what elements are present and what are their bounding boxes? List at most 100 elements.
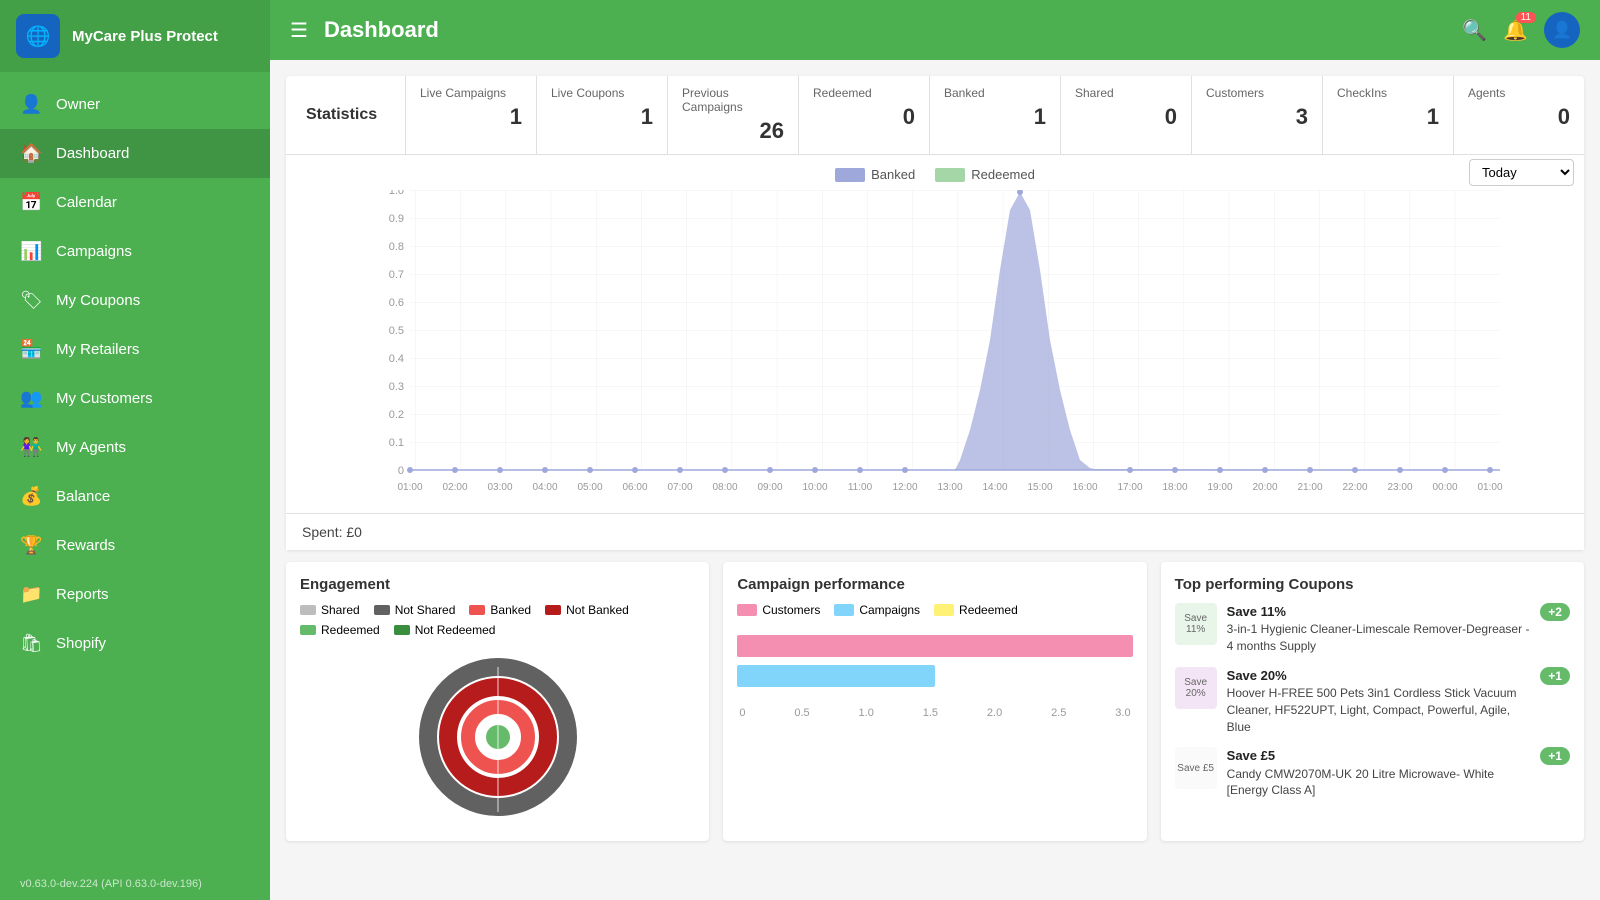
svg-text:05:00: 05:00 — [577, 482, 602, 493]
sidebar-item-rewards[interactable]: 🏆 Rewards — [0, 521, 270, 570]
svg-text:07:00: 07:00 — [667, 482, 692, 493]
svg-text:03:00: 03:00 — [487, 482, 512, 493]
chart-legend-banked: Banked — [835, 167, 915, 182]
svg-text:0.7: 0.7 — [389, 269, 404, 281]
svg-text:0.4: 0.4 — [389, 353, 404, 365]
my-retailers-icon: 🏪 — [20, 339, 42, 360]
stat-agents: Agents 0 — [1454, 76, 1584, 154]
svg-text:02:00: 02:00 — [442, 482, 467, 493]
svg-text:22:00: 22:00 — [1342, 482, 1367, 493]
chart-area: 1.0 0.9 0.8 0.7 0.6 0.5 0.4 0.3 0.2 0.1 … — [286, 190, 1584, 505]
coupon-item: Save 20% Save 20% Hoover H-FREE 500 Pets… — [1175, 667, 1570, 736]
svg-text:06:00: 06:00 — [622, 482, 647, 493]
search-icon[interactable]: 🔍 — [1462, 18, 1487, 43]
svg-text:04:00: 04:00 — [532, 482, 557, 493]
sidebar-item-label: My Retailers — [56, 341, 139, 358]
stats-row: Statistics Live Campaigns 1Live Coupons … — [286, 76, 1584, 155]
stats-items: Live Campaigns 1Live Coupons 1Previous C… — [406, 76, 1584, 154]
chart-timeframe-dropdown[interactable]: Today Yesterday Last 7 days — [1469, 159, 1574, 186]
coupon-badge: +2 — [1540, 603, 1570, 621]
svg-text:13:00: 13:00 — [937, 482, 962, 493]
customers-bar-row — [737, 635, 1132, 657]
owner-icon: 👤 — [20, 94, 42, 115]
sidebar-item-owner[interactable]: 👤 Owner — [0, 80, 270, 129]
sidebar-item-label: Dashboard — [56, 145, 129, 162]
stat-live-coupons: Live Coupons 1 — [537, 76, 668, 154]
coupon-info: Save 11% 3-in-1 Hygienic Cleaner-Limesca… — [1227, 603, 1531, 655]
engagement-title: Engagement — [300, 576, 695, 593]
topbar: ☰ Dashboard 🔍 🔔 11 👤 — [270, 0, 1600, 60]
main-content: ☰ Dashboard 🔍 🔔 11 👤 Statistics Live Cam… — [270, 0, 1600, 900]
svg-text:0.2: 0.2 — [389, 409, 404, 421]
balance-icon: 💰 — [20, 486, 42, 507]
sidebar-item-label: My Customers — [56, 390, 153, 407]
sidebar-item-label: Reports — [56, 586, 109, 603]
avatar[interactable]: 👤 — [1544, 12, 1580, 48]
coupon-thumb: Save 20% — [1175, 667, 1217, 709]
sidebar-item-my-coupons[interactable]: 🏷 My Coupons — [0, 276, 270, 325]
sidebar-nav: 👤 Owner🏠 Dashboard📅 Calendar📊 Campaigns🏷… — [0, 72, 270, 868]
sidebar-item-label: Shopify — [56, 635, 106, 652]
engagement-legend-not-redeemed: Not Redeemed — [394, 623, 496, 637]
stat-previous-campaigns: Previous Campaigns 26 — [668, 76, 799, 154]
menu-icon[interactable]: ☰ — [290, 18, 308, 43]
sidebar-item-label: My Agents — [56, 439, 126, 456]
top-coupons-panel: Top performing Coupons Save 11% Save 11%… — [1161, 562, 1584, 841]
svg-text:0.8: 0.8 — [389, 241, 404, 253]
svg-text:0.6: 0.6 — [389, 297, 404, 309]
coupon-item: Save £5 Save £5 Candy CMW2070M-UK 20 Lit… — [1175, 747, 1570, 799]
statistics-panel: Statistics Live Campaigns 1Live Coupons … — [286, 76, 1584, 550]
sidebar-item-calendar[interactable]: 📅 Calendar — [0, 178, 270, 227]
rewards-icon: 🏆 — [20, 535, 42, 556]
campaign-legend: Customers Campaigns Redeemed — [737, 603, 1132, 617]
coupon-thumb: Save £5 — [1175, 747, 1217, 789]
campaigns-icon: 📊 — [20, 241, 42, 262]
coupon-info: Save £5 Candy CMW2070M-UK 20 Litre Micro… — [1227, 747, 1531, 799]
stat-live-campaigns: Live Campaigns 1 — [406, 76, 537, 154]
campaign-axis: 0 0.5 1.0 1.5 2.0 2.5 3.0 — [737, 707, 1132, 719]
sidebar-item-my-retailers[interactable]: 🏪 My Retailers — [0, 325, 270, 374]
statistics-label: Statistics — [286, 76, 406, 154]
spent-label: Spent: £0 — [286, 513, 1584, 550]
svg-text:0: 0 — [398, 465, 404, 477]
donut-svg — [418, 657, 578, 817]
camp-legend-customers: Customers — [737, 603, 820, 617]
app-name: MyCare Plus Protect — [72, 28, 218, 45]
content-area: Statistics Live Campaigns 1Live Coupons … — [270, 60, 1600, 900]
camp-legend-redeemed: Redeemed — [934, 603, 1018, 617]
sidebar-item-my-agents[interactable]: 👫 My Agents — [0, 423, 270, 472]
chart-legend-redeemed: Redeemed — [935, 167, 1035, 182]
engagement-legend: Shared Not Shared Banked Not Banked Rede… — [300, 603, 695, 637]
sidebar-item-label: Calendar — [56, 194, 117, 211]
svg-text:21:00: 21:00 — [1297, 482, 1322, 493]
sidebar-header: 🌐 MyCare Plus Protect — [0, 0, 270, 72]
sidebar-item-shopify[interactable]: 🛍 Shopify — [0, 619, 270, 668]
svg-text:11:00: 11:00 — [848, 482, 873, 493]
notifications-badge: 11 — [1516, 12, 1536, 23]
stat-banked: Banked 1 — [930, 76, 1061, 154]
sidebar-item-campaigns[interactable]: 📊 Campaigns — [0, 227, 270, 276]
svg-text:00:00: 00:00 — [1432, 482, 1457, 493]
svg-text:08:00: 08:00 — [712, 482, 737, 493]
sidebar-item-balance[interactable]: 💰 Balance — [0, 472, 270, 521]
campaign-performance-panel: Campaign performance Customers Campaigns… — [723, 562, 1146, 841]
engagement-legend-shared: Shared — [300, 603, 360, 617]
my-coupons-icon: 🏷 — [20, 290, 42, 311]
topbar-actions: 🔍 🔔 11 👤 — [1462, 12, 1580, 48]
my-agents-icon: 👫 — [20, 437, 42, 458]
svg-text:01:00: 01:00 — [1477, 482, 1502, 493]
shopify-icon: 🛍 — [20, 633, 42, 654]
engagement-legend-not-shared: Not Shared — [374, 603, 456, 617]
stat-redeemed: Redeemed 0 — [799, 76, 930, 154]
engagement-legend-not-banked: Not Banked — [545, 603, 629, 617]
page-title: Dashboard — [324, 17, 1446, 43]
svg-text:23:00: 23:00 — [1387, 482, 1412, 493]
sidebar-item-reports[interactable]: 📁 Reports — [0, 570, 270, 619]
chart-container: Banked Redeemed Today Yesterday Last 7 d… — [286, 155, 1584, 513]
coupon-info: Save 20% Hoover H-FREE 500 Pets 3in1 Cor… — [1227, 667, 1531, 736]
svg-text:1.0: 1.0 — [389, 190, 404, 197]
notifications-button[interactable]: 🔔 11 — [1503, 18, 1528, 43]
sidebar-item-my-customers[interactable]: 👥 My Customers — [0, 374, 270, 423]
sidebar-item-dashboard[interactable]: 🏠 Dashboard — [0, 129, 270, 178]
svg-text:0.3: 0.3 — [389, 381, 404, 393]
